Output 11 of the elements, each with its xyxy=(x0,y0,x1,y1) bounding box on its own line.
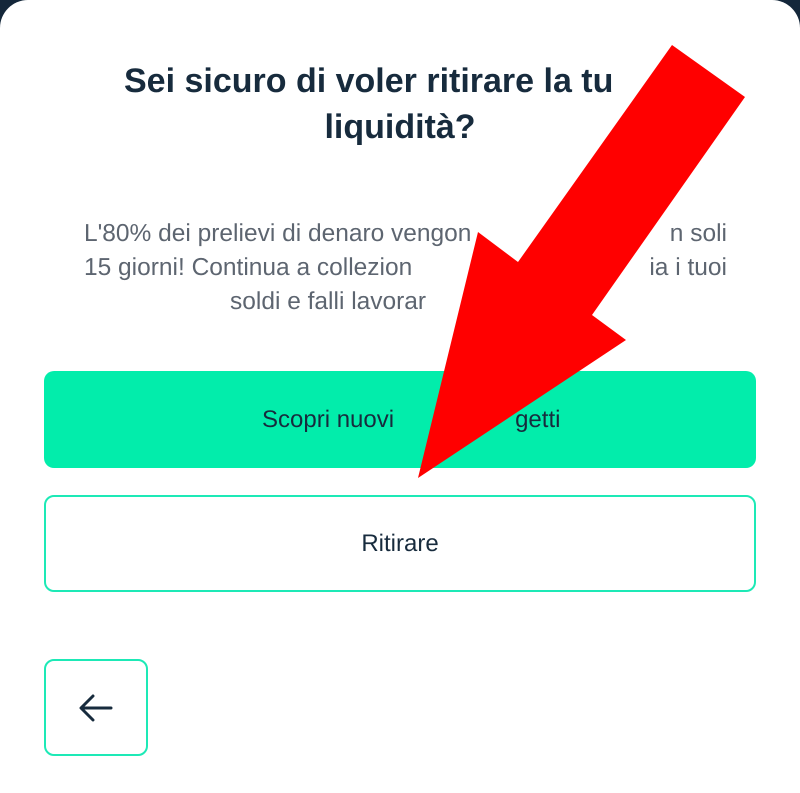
dialog-message: ia i tuoi xyxy=(649,253,727,283)
back-button[interactable] xyxy=(44,659,148,756)
dialog-message: L'80% dei prelievi di denaro vengon xyxy=(84,219,472,249)
back-arrow-icon xyxy=(79,694,113,722)
dialog-title: Sei sicuro di voler ritirare la tu xyxy=(124,61,614,102)
dialog-message: soldi e falli lavorar xyxy=(230,287,426,317)
dialog-message: n soli xyxy=(670,219,727,249)
withdraw-button[interactable]: Ritirare xyxy=(44,495,756,592)
discover-projects-button[interactable]: Scopri nuovi getti xyxy=(44,371,756,468)
dialog-message: 15 giorni! Continua a collezion xyxy=(84,253,412,283)
dialog-title: liquidità? xyxy=(324,107,476,148)
